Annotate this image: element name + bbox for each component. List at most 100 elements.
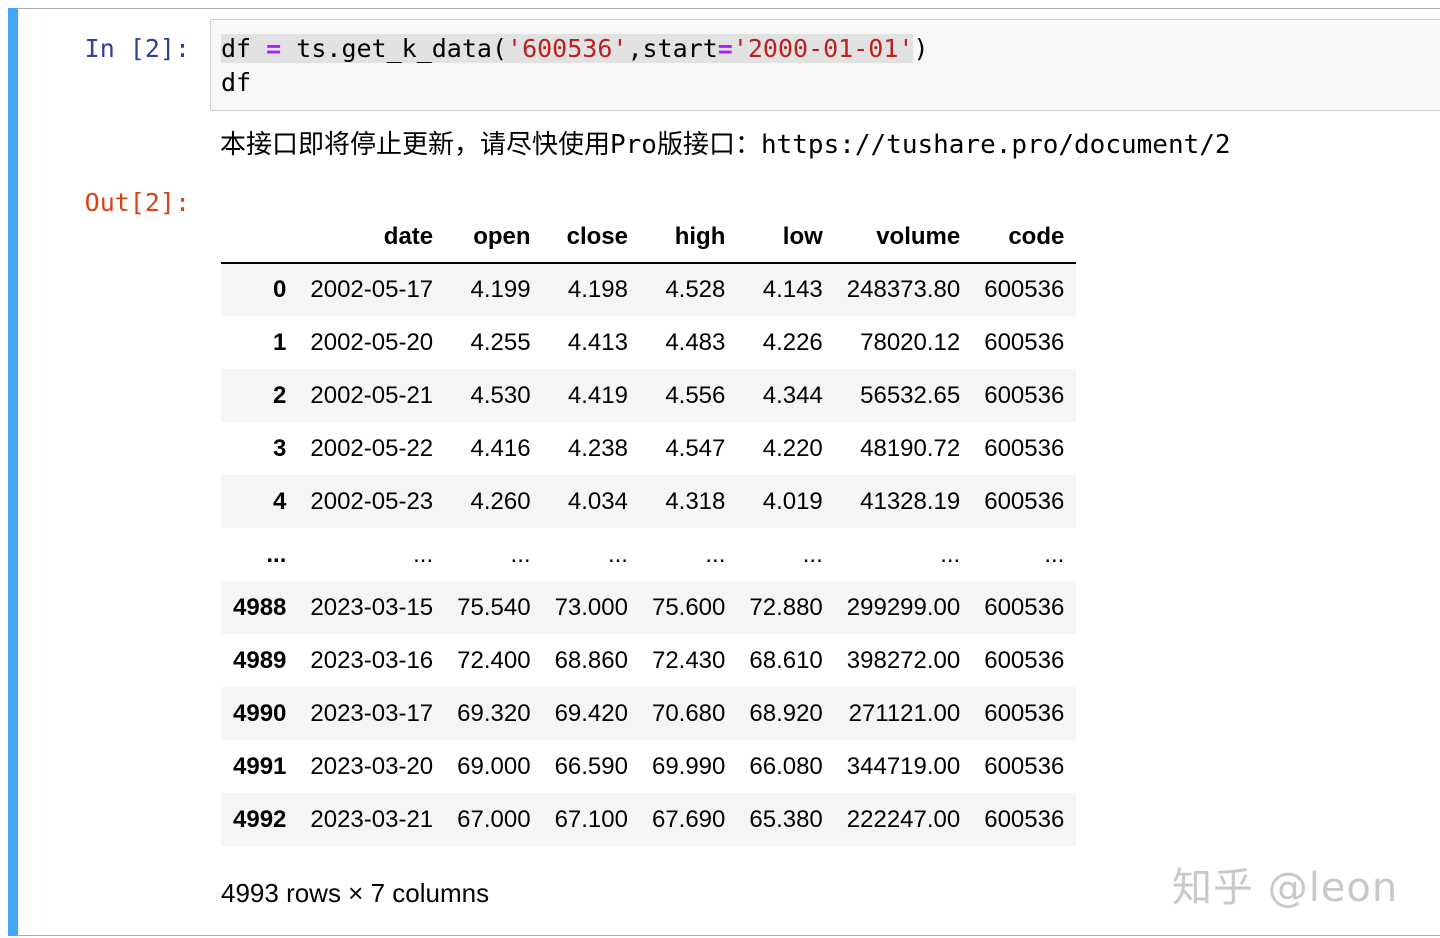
table-cell: 4.034 [567, 487, 628, 515]
column-header: close [542, 211, 640, 264]
row-index: 2 [273, 381, 287, 409]
table-cell: 4.199 [470, 276, 531, 303]
table-cell: 2002-05-20 [310, 328, 434, 356]
code-call: ts.get_k_data( [296, 34, 508, 63]
table-cell: 4.318 [665, 487, 726, 515]
input-prompt: In [2]: [84, 34, 190, 63]
table-cell: 4.416 [470, 434, 531, 462]
table-cell: ... [607, 540, 628, 568]
table-cell: 2002-05-22 [310, 434, 434, 462]
table-cell: 66.080 [749, 752, 823, 780]
row-index: 4991 [233, 752, 287, 780]
column-header: date [298, 211, 446, 264]
code-input-area[interactable]: df = ts.get_k_data('600536',start='2000-… [210, 19, 1440, 111]
table-cell: 222247.00 [846, 805, 961, 833]
table-cell: 68.860 [554, 646, 628, 674]
row-index: 4992 [233, 805, 287, 833]
table-cell: 4.226 [762, 328, 823, 356]
table-cell: ... [510, 540, 531, 568]
table-cell: 600536 [984, 434, 1065, 462]
table-cell: 67.000 [457, 805, 531, 833]
table-cell: 67.690 [651, 805, 726, 833]
table-row: 4989 2023-03-16 72.400 68.860 72.430 68.610 39… [221, 634, 1077, 687]
column-header: open [445, 211, 543, 264]
row-index: 4989 [233, 646, 287, 674]
code-line-2: df [221, 68, 252, 97]
table-cell: 344719.00 [846, 752, 961, 780]
table-cell: 4.419 [567, 381, 628, 409]
table-cell: 2023-03-15 [310, 593, 434, 621]
column-header: code [972, 211, 1077, 264]
table-cell: 600536 [984, 805, 1065, 833]
table-cell: 600536 [984, 593, 1065, 621]
row-index: 4990 [233, 699, 287, 727]
table-row: 4991 2023-03-20 69.000 66.590 69.990 66.080 34… [221, 740, 1077, 793]
table-cell: 2023-03-20 [310, 752, 434, 780]
table-cell: 4.220 [762, 434, 823, 462]
table-cell: 72.430 [651, 646, 726, 674]
table-cell: ... [940, 540, 961, 568]
table-header-row: date open close high low volume code [221, 211, 1077, 264]
table-cell: 4.198 [567, 276, 628, 303]
table-cell: 70.680 [651, 699, 726, 727]
column-header: high [639, 211, 738, 264]
table-cell: 2002-05-23 [310, 487, 434, 515]
table-cell: 69.990 [651, 752, 726, 780]
table-row: 4990 2023-03-17 69.320 69.420 70.680 68.920 27… [221, 687, 1077, 740]
table-cell: 4.260 [470, 487, 531, 515]
table-cell: 69.000 [457, 752, 531, 780]
table-cell: 69.320 [457, 699, 531, 727]
table-cell: 2023-03-21 [310, 805, 434, 833]
table-cell: 56532.65 [860, 381, 961, 409]
table-cell: 68.610 [749, 646, 823, 674]
table-cell: 69.420 [554, 699, 628, 727]
table-cell: 4.547 [665, 434, 726, 462]
table-cell: 4.143 [762, 276, 823, 303]
table-cell: 600536 [984, 752, 1065, 780]
table-cell: 299299.00 [846, 593, 961, 621]
table-cell: 65.380 [749, 805, 823, 833]
dataframe-shape: 4993 rows × 7 columns [221, 878, 490, 908]
code-line-1: df = ts.get_k_data('600536',start='2000-… [221, 34, 929, 63]
column-header: volume [834, 211, 973, 264]
table-cell: 248373.80 [846, 276, 961, 303]
stderr-output: 本接口即将停止更新，请尽快使用Pro版接口：https://tushare.pr… [220, 130, 1231, 160]
table-cell: 4.483 [665, 328, 726, 356]
table-cell: ... [1044, 540, 1065, 568]
table-cell: 72.880 [749, 593, 823, 621]
table-cell: 67.100 [554, 805, 628, 833]
table-row: 0 2002-05-17 4.199 4.198 4.528 4.143 248373.80… [221, 263, 1077, 316]
cell-selection-bar [8, 8, 18, 936]
table-cell: 2023-03-17 [310, 699, 434, 727]
table-cell: 41328.19 [860, 487, 961, 515]
table-cell: 2023-03-16 [310, 646, 434, 674]
ellipsis-row: ........................ [221, 528, 1077, 581]
code-var: df [221, 34, 252, 63]
table-cell: 73.000 [554, 593, 628, 621]
code-operator: = [266, 34, 282, 63]
table-cell: 4.530 [470, 381, 531, 409]
table-cell: 75.540 [457, 593, 531, 621]
table-cell: 78020.12 [860, 328, 961, 356]
table-row: 3 2002-05-22 4.416 4.238 4.547 4.220 48190.72 6… [221, 422, 1077, 475]
code-string-arg-2: '2000-01-01' [732, 34, 914, 63]
index-header [221, 211, 299, 264]
code-close-paren: ) [913, 34, 929, 63]
code-string-arg: '600536' [507, 34, 628, 63]
table-cell: 48190.72 [860, 434, 961, 462]
table-cell: 600536 [984, 699, 1065, 727]
table-row: 1 2002-05-20 4.255 4.413 4.483 4.226 78020.12 6… [221, 316, 1077, 369]
table-cell: ... [705, 540, 726, 568]
row-index: 3 [273, 434, 287, 462]
table-cell: 271121.00 [848, 699, 961, 727]
table-cell: 600536 [984, 328, 1065, 356]
table-row: 4 2002-05-23 4.260 4.034 4.318 4.019 41328.19 6… [221, 475, 1077, 528]
table-cell: 2002-05-17 [310, 276, 434, 303]
table-row: 4992 2023-03-21 67.000 67.100 67.690 65.380 22… [221, 793, 1077, 846]
table-cell: 600536 [984, 381, 1065, 409]
code-keyword-arg: ,start [627, 34, 718, 63]
table-cell: 68.920 [749, 699, 823, 727]
output-prompt: Out[2]: [84, 188, 190, 217]
table-cell: 75.600 [651, 593, 726, 621]
watermark: 知乎 @leon [1172, 865, 1399, 911]
